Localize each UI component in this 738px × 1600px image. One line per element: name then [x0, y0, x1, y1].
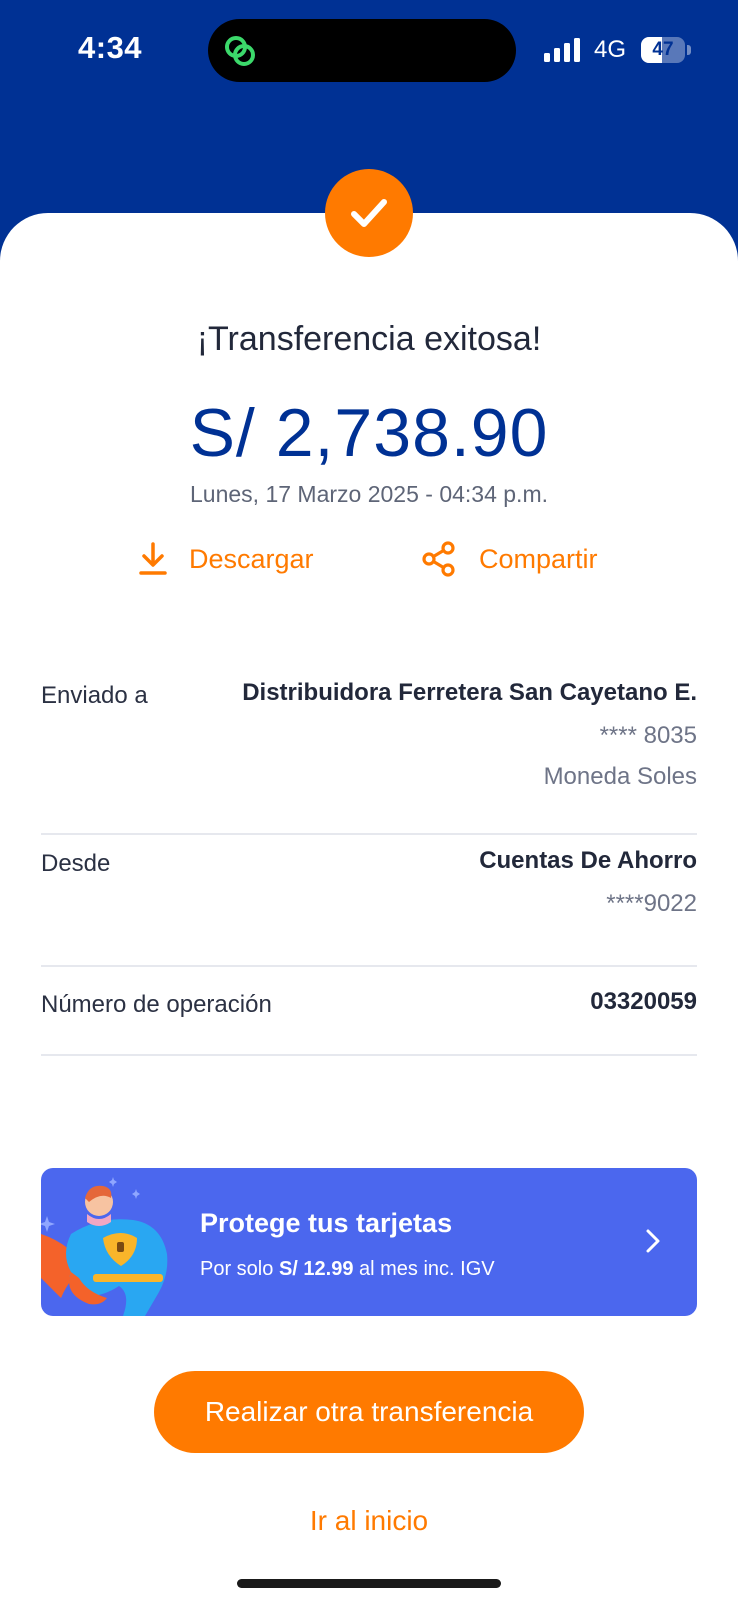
status-time: 4:34 — [78, 30, 143, 65]
superhero-illustration — [41, 1177, 168, 1316]
transfer-datetime: Lunes, 17 Marzo 2025 - 04:34 p.m. — [190, 481, 548, 507]
check-icon — [351, 199, 387, 227]
promo-sub-suffix: al mes inc. IGV — [353, 1258, 495, 1280]
recipient-name: Distribuidora Ferretera San Cayetano E. — [242, 679, 697, 706]
source-account-type: Cuentas De Ahorro — [479, 847, 697, 874]
promo-price: S/ 12.99 — [278, 1258, 354, 1280]
source-label: Desde — [41, 850, 111, 877]
recipient-label: Enviado a — [41, 682, 148, 709]
home-indicator — [237, 1579, 501, 1588]
operation-number: 03320059 — [590, 988, 697, 1015]
new-transfer-button[interactable]: Realizar otra transferencia — [154, 1371, 584, 1453]
battery-percent: 47 — [652, 39, 674, 60]
detail-row-source: Desde Cuentas De Ahorro ****9022 — [41, 835, 697, 967]
chevron-right-icon — [646, 1229, 660, 1253]
share-label: Compartir — [479, 543, 598, 574]
operation-label: Número de operación — [41, 991, 272, 1018]
battery-icon: 47 — [641, 37, 693, 63]
dynamic-island — [208, 19, 516, 82]
detail-row-operation: Número de operación 03320059 — [41, 967, 697, 1056]
download-button[interactable]: Descargar — [139, 536, 314, 582]
success-title: ¡Transferencia exitosa! — [196, 320, 542, 358]
go-home-link[interactable]: Ir al inicio — [0, 1505, 738, 1537]
success-badge — [325, 169, 413, 257]
promo-title: Protege tus tarjetas — [200, 1208, 453, 1238]
network-type: 4G — [594, 36, 627, 63]
signal-icon — [544, 38, 580, 62]
transfer-amount: S/ 2,738.90 — [189, 395, 549, 471]
share-button[interactable]: Compartir — [421, 536, 598, 582]
share-icon — [422, 541, 455, 577]
detail-row-recipient: Enviado a Distribuidora Ferretera San Ca… — [41, 668, 697, 835]
source-account: ****9022 — [606, 890, 697, 917]
download-label: Descargar — [189, 543, 314, 574]
download-icon — [139, 542, 167, 575]
chat-app-icon — [225, 36, 255, 66]
promo-subtitle: Por solo S/ 12.99 al mes inc. IGV — [200, 1258, 495, 1281]
card-protection-banner[interactable]: Protege tus tarjetas Por solo S/ 12.99 a… — [41, 1168, 697, 1316]
recipient-account: **** 8035 — [599, 722, 697, 749]
recipient-currency: Moneda Soles — [543, 763, 697, 790]
status-bar: 4:34 4G 47 — [0, 0, 738, 100]
promo-sub-prefix: Por solo — [200, 1258, 279, 1280]
